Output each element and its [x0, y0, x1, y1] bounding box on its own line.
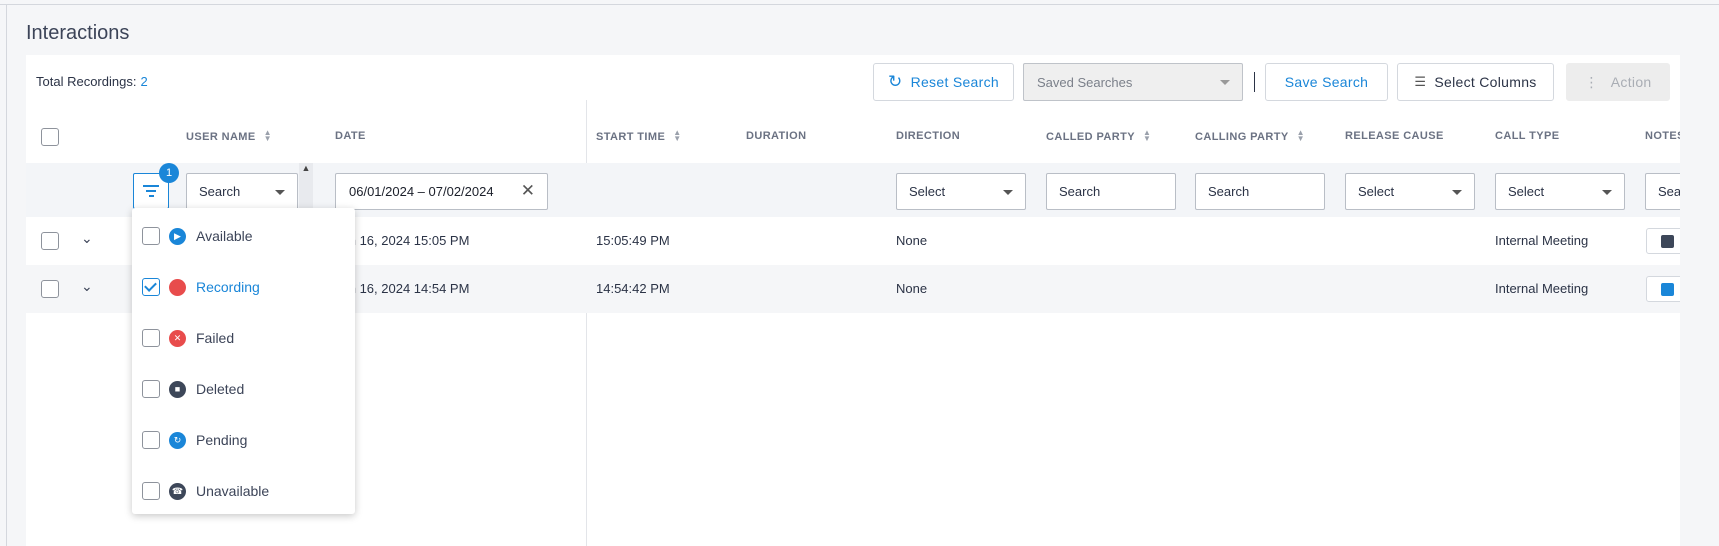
sort-icon: ▲ ▼: [1296, 128, 1305, 143]
notes-search-input[interactable]: Search: [1645, 173, 1680, 210]
note-icon: [1661, 283, 1674, 296]
row-checkbox[interactable]: [41, 232, 59, 250]
record-icon: [169, 278, 186, 296]
column-header-date[interactable]: DATE: [335, 130, 366, 142]
column-header-duration[interactable]: DURATION: [746, 130, 806, 142]
top-border: [0, 4, 1719, 5]
note-button[interactable]: [1646, 228, 1680, 254]
status-option-pending[interactable]: ↻ Pending: [142, 425, 247, 455]
status-checkbox[interactable]: [142, 431, 160, 449]
status-checkbox[interactable]: [142, 278, 160, 296]
row-direction: None: [896, 233, 928, 248]
more-vertical-icon: ⋮: [1584, 73, 1599, 90]
x-circle-icon: ✕: [169, 329, 186, 347]
reset-search-button[interactable]: ↻ Reset Search: [873, 63, 1014, 101]
status-checkbox[interactable]: [142, 329, 160, 347]
expand-chevron-icon[interactable]: ⌄: [81, 230, 93, 247]
saved-searches-placeholder: Saved Searches: [1037, 75, 1133, 90]
expand-chevron-icon[interactable]: ⌄: [81, 278, 93, 295]
row-start-time: 15:05:49 PM: [596, 233, 670, 248]
action-button[interactable]: ⋮ Action: [1566, 63, 1670, 101]
release-cause-filter-select[interactable]: Select: [1345, 173, 1475, 210]
action-label: Action: [1610, 74, 1652, 90]
column-header-calling-party[interactable]: CALLING PARTY ▲ ▼: [1195, 128, 1305, 144]
table-header: USER NAME ▲ ▼ DATE START TIME ▲ ▼ DURATION D…: [26, 117, 1680, 157]
select-columns-label: Select Columns: [1434, 74, 1537, 90]
sort-icon: ▲ ▼: [673, 128, 682, 143]
chevron-down-icon: [275, 190, 285, 195]
chevron-down-icon: [1003, 190, 1013, 195]
row-call-type: Internal Meeting: [1495, 281, 1589, 296]
sort-icon: ▲ ▼: [1142, 128, 1152, 143]
calling-party-search-input[interactable]: Search: [1195, 173, 1325, 210]
chevron-down-icon: [1220, 80, 1230, 85]
filter-count-badge: 1: [159, 163, 179, 183]
status-option-deleted[interactable]: ■ Deleted: [142, 374, 244, 404]
refresh-icon: ↻: [169, 431, 186, 449]
column-header-start-time[interactable]: START TIME ▲ ▼: [596, 128, 682, 144]
user-name-filter-select[interactable]: Search: [186, 173, 298, 210]
select-all-checkbox[interactable]: [41, 128, 59, 146]
save-search-button[interactable]: Save Search: [1265, 63, 1388, 101]
call-type-filter-select[interactable]: Select: [1495, 173, 1625, 210]
saved-searches-select[interactable]: Saved Searches: [1023, 63, 1243, 101]
row-date: Jun 16, 2024 14:54 PM: [335, 281, 470, 296]
chevron-up-icon: ▲: [301, 163, 311, 173]
select-columns-button[interactable]: ☰ Select Columns: [1397, 63, 1554, 101]
phone-off-icon: ☎: [169, 482, 186, 500]
reset-search-label: Reset Search: [910, 74, 999, 90]
toolbar-divider: [1254, 72, 1255, 92]
sort-icon: ▲ ▼: [263, 128, 272, 143]
column-header-notes[interactable]: NOTES: [1645, 130, 1680, 142]
trash-icon: ■: [169, 380, 186, 398]
filter-icon: [143, 182, 159, 200]
total-recordings-label: Total Recordings:: [36, 74, 137, 89]
save-search-label: Save Search: [1284, 74, 1369, 90]
status-checkbox[interactable]: [142, 482, 160, 500]
row-direction: None: [896, 281, 928, 296]
total-recordings-count: 2: [140, 74, 148, 89]
status-option-available[interactable]: ▶ Available: [142, 221, 253, 251]
reset-icon: ↻: [888, 72, 903, 91]
sliders-icon: ☰: [1414, 74, 1427, 89]
page-title: Interactions: [26, 22, 130, 44]
close-icon[interactable]: ✕: [521, 181, 535, 201]
left-border: [6, 4, 7, 546]
status-option-unavailable[interactable]: ☎ Unavailable: [142, 476, 269, 506]
direction-filter-select[interactable]: Select: [896, 173, 1026, 210]
note-button[interactable]: [1646, 276, 1680, 302]
called-party-search-input[interactable]: Search: [1046, 173, 1176, 210]
status-option-failed[interactable]: ✕ Failed: [142, 323, 234, 353]
note-icon: [1661, 235, 1674, 248]
row-date: Jun 16, 2024 15:05 PM: [335, 233, 470, 248]
status-filter-dropdown: ▶ Available Recording ✕ Failed ■ Deleted…: [132, 208, 355, 514]
row-call-type: Internal Meeting: [1495, 233, 1589, 248]
status-checkbox[interactable]: [142, 380, 160, 398]
status-checkbox[interactable]: [142, 227, 160, 245]
play-icon: ▶: [169, 227, 186, 245]
row-checkbox[interactable]: [41, 280, 59, 298]
date-range-input[interactable]: 06/01/2024 – 07/02/2024 ✕: [335, 173, 548, 210]
chevron-down-icon: [1602, 190, 1612, 195]
chevron-down-icon: [1452, 190, 1462, 195]
column-header-called-party[interactable]: CALLED PARTY ▲ ▼: [1046, 128, 1152, 144]
column-header-release-cause[interactable]: RELEASE CAUSE: [1345, 130, 1444, 142]
column-header-user-name[interactable]: USER NAME ▲ ▼: [186, 128, 272, 144]
row-start-time: 14:54:42 PM: [596, 281, 670, 296]
status-option-recording[interactable]: Recording: [142, 272, 260, 302]
total-recordings: Total Recordings: 2: [36, 74, 148, 89]
column-header-call-type[interactable]: CALL TYPE: [1495, 130, 1560, 142]
column-header-direction[interactable]: DIRECTION: [896, 130, 960, 142]
